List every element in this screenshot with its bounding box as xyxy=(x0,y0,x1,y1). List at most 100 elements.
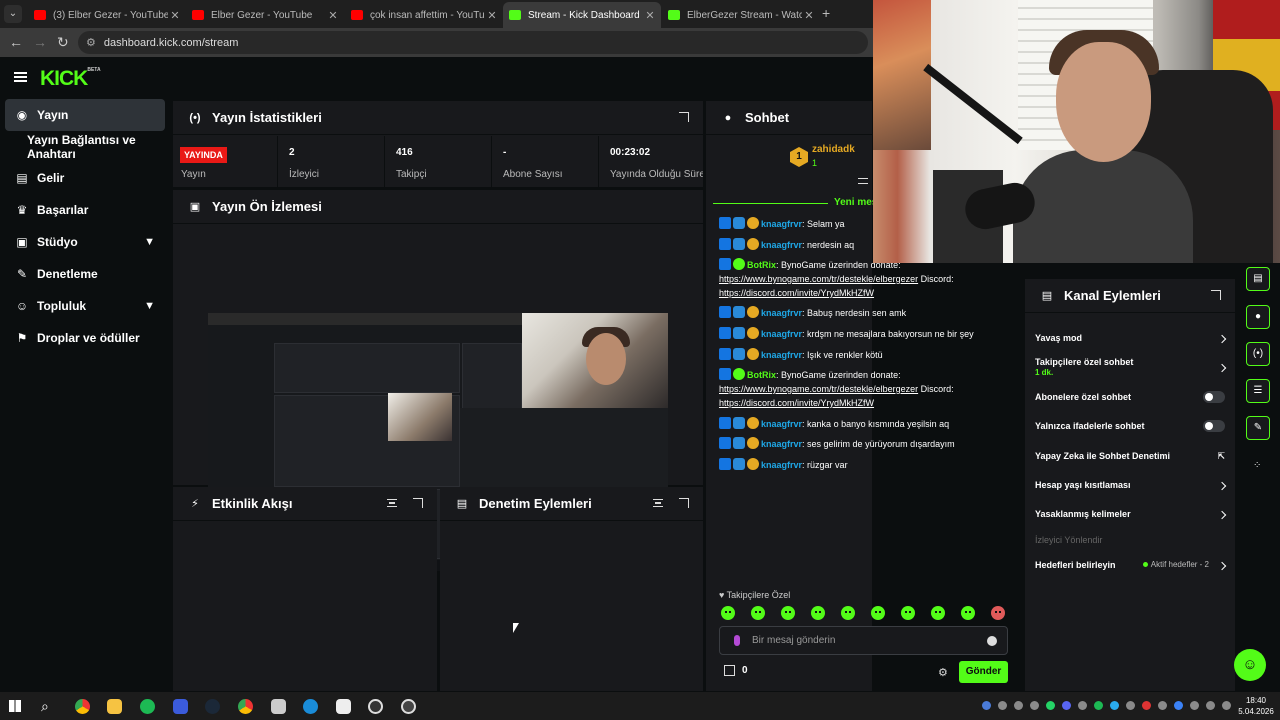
chat-filter-icon[interactable] xyxy=(858,178,868,184)
sidebar-item-basarilar[interactable]: ♛ Başarılar xyxy=(5,194,165,226)
emote-icon[interactable] xyxy=(781,606,795,620)
edge-icon[interactable] xyxy=(303,699,318,714)
close-icon[interactable]: ✕ xyxy=(643,9,657,22)
channel-action-account-age[interactable]: Hesap yaşı kısıtlaması xyxy=(1035,480,1227,491)
popout-icon[interactable] xyxy=(679,498,689,508)
url-field[interactable]: ⚙ dashboard.kick.com/stream xyxy=(78,31,868,54)
emote-icon[interactable] xyxy=(841,606,855,620)
close-icon[interactable]: ✕ xyxy=(168,9,182,22)
emotes-only-toggle[interactable] xyxy=(1203,420,1225,432)
search-icon[interactable]: ⌕ xyxy=(41,698,49,715)
windows-start-icon[interactable] xyxy=(9,700,21,712)
sidebar-item-topluluk[interactable]: ☺ Topluluk ▼ xyxy=(5,290,165,322)
pinned-user[interactable]: 1 zahidadk 1 xyxy=(706,135,872,185)
reload-button[interactable]: ↻ xyxy=(57,34,69,51)
support-chat-icon[interactable]: ☺ xyxy=(1234,649,1266,681)
forward-button[interactable]: → xyxy=(33,34,47,50)
network-icon[interactable] xyxy=(1190,701,1199,710)
site-info-icon[interactable]: ⚙ xyxy=(86,36,96,49)
emote-icon[interactable] xyxy=(751,606,765,620)
channel-action-emotes-only[interactable]: Yalnızca ifadelerle sohbet xyxy=(1035,420,1225,432)
back-button[interactable]: ← xyxy=(9,34,23,50)
chat-username[interactable]: BotRix xyxy=(747,260,776,270)
capcut-icon[interactable] xyxy=(336,699,351,714)
channel-action-subscribers-only[interactable]: Abonelere özel sohbet xyxy=(1035,391,1225,403)
channel-points[interactable]: 0 xyxy=(724,665,748,676)
new-tab-button[interactable]: + xyxy=(822,5,830,21)
channel-action-banned-words[interactable]: Yasaklanmış kelimeler xyxy=(1035,509,1227,520)
chat-username[interactable]: knaagfrvr xyxy=(761,439,802,449)
close-icon[interactable]: ✕ xyxy=(802,9,816,22)
browser-tab-active[interactable]: Stream - Kick Dashboard ✕ xyxy=(503,2,661,28)
broadcast-icon[interactable]: (•) xyxy=(1246,342,1270,366)
chat-link[interactable]: https://discord.com/invite/YrydMkHZfW xyxy=(719,398,874,408)
chat-message-input[interactable]: Bir mesaj gönderin xyxy=(719,626,1008,655)
menu-icon[interactable] xyxy=(14,72,27,82)
popout-icon[interactable] xyxy=(413,498,423,508)
wrench-icon[interactable]: ✎ xyxy=(1246,416,1270,440)
chat-settings-icon[interactable]: ⚙ xyxy=(938,666,948,679)
browser-tab[interactable]: ElberGezer Stream - Watch Live✕ xyxy=(662,2,820,28)
browser-tab[interactable]: Elber Gezer - YouTube ✕ xyxy=(186,2,344,28)
wifi-icon[interactable] xyxy=(1206,701,1215,710)
chat-username[interactable]: knaagfrvr xyxy=(761,460,802,470)
chrome-icon[interactable] xyxy=(238,699,253,714)
tray-icon[interactable] xyxy=(982,701,991,710)
chat-link[interactable]: https://www.bynogame.com/tr/destekle/elb… xyxy=(719,384,918,394)
microphone-icon[interactable] xyxy=(734,635,740,646)
browser-tab[interactable]: (3) Elber Gezer - YouTube ✕ xyxy=(28,2,186,28)
sidebar-item-gelir[interactable]: ▤ Gelir xyxy=(5,162,165,194)
channel-action-followers-only[interactable]: Takipçilere özel sohbet 1 dk. xyxy=(1035,357,1227,377)
chat-username[interactable]: knaagfrvr xyxy=(761,350,802,360)
tray-icon[interactable] xyxy=(1126,701,1135,710)
channel-action-slow-mode[interactable]: Yavaş mod xyxy=(1035,333,1227,344)
document-icon[interactable]: ▤ xyxy=(1246,267,1270,291)
sidebar-item-stream-key[interactable]: Yayın Bağlantısı ve Anahtarı xyxy=(5,131,165,163)
media-player-icon[interactable] xyxy=(401,699,416,714)
tray-icon[interactable] xyxy=(1142,701,1151,710)
tray-icon[interactable] xyxy=(1014,701,1023,710)
spotify-tray-icon[interactable] xyxy=(1094,701,1103,710)
channel-action-ai-moderation[interactable]: Yapay Zeka ile Sohbet Denetimi ⇱ xyxy=(1035,451,1225,461)
chat-username[interactable]: knaagfrvr xyxy=(761,308,802,318)
telegram-icon[interactable] xyxy=(1110,701,1119,710)
folder-icon[interactable] xyxy=(107,699,122,714)
more-icon[interactable]: ⁘ xyxy=(1253,460,1261,471)
steam-icon[interactable] xyxy=(205,699,220,714)
channel-action-goals[interactable]: Hedefleri belirleyin Aktif hedefler - 2 xyxy=(1035,560,1227,571)
emoji-picker-icon[interactable] xyxy=(987,636,997,646)
spotify-icon[interactable] xyxy=(140,699,155,714)
system-clock[interactable]: 18:40 5.04.2026 xyxy=(1234,695,1278,717)
app-icon[interactable] xyxy=(271,699,286,714)
emote-icon[interactable] xyxy=(721,606,735,620)
tray-icon[interactable] xyxy=(1078,701,1087,710)
discord-icon[interactable] xyxy=(1062,701,1071,710)
emote-icon[interactable] xyxy=(991,606,1005,620)
chat-username[interactable]: BotRix xyxy=(747,370,776,380)
tab-search-button[interactable]: ⌄ xyxy=(4,5,22,23)
chat-link[interactable]: https://www.bynogame.com/tr/destekle/elb… xyxy=(719,274,918,284)
chat-icon[interactable]: ● xyxy=(1246,305,1270,329)
send-button[interactable]: Gönder xyxy=(959,661,1008,683)
emote-icon[interactable] xyxy=(931,606,945,620)
close-icon[interactable]: ✕ xyxy=(485,9,499,22)
browser-tab[interactable]: çok insan affettim - YouTube ✕ xyxy=(345,2,503,28)
sidebar-item-yayin[interactable]: ◉ Yayın xyxy=(5,99,165,131)
moderation-icon[interactable]: ☰ xyxy=(1246,379,1270,403)
chat-username[interactable]: knaagfrvr xyxy=(761,219,802,229)
whatsapp-icon[interactable] xyxy=(1046,701,1055,710)
filter-icon[interactable] xyxy=(653,499,663,507)
obs-icon[interactable] xyxy=(368,699,383,714)
close-icon[interactable]: ✕ xyxy=(326,9,340,22)
chat-link[interactable]: https://discord.com/invite/YrydMkHZfW xyxy=(719,288,874,298)
chat-username[interactable]: knaagfrvr xyxy=(761,419,802,429)
subscribers-only-toggle[interactable] xyxy=(1203,391,1225,403)
tray-icon[interactable] xyxy=(998,701,1007,710)
popout-icon[interactable] xyxy=(1211,290,1221,300)
sidebar-item-droplar[interactable]: ⚑ Droplar ve ödüller xyxy=(5,322,165,354)
chat-username[interactable]: knaagfrvr xyxy=(761,240,802,250)
volume-icon[interactable] xyxy=(1222,701,1231,710)
chrome-icon[interactable] xyxy=(75,699,90,714)
filter-icon[interactable] xyxy=(387,499,397,507)
chat-username[interactable]: knaagfrvr xyxy=(761,329,802,339)
